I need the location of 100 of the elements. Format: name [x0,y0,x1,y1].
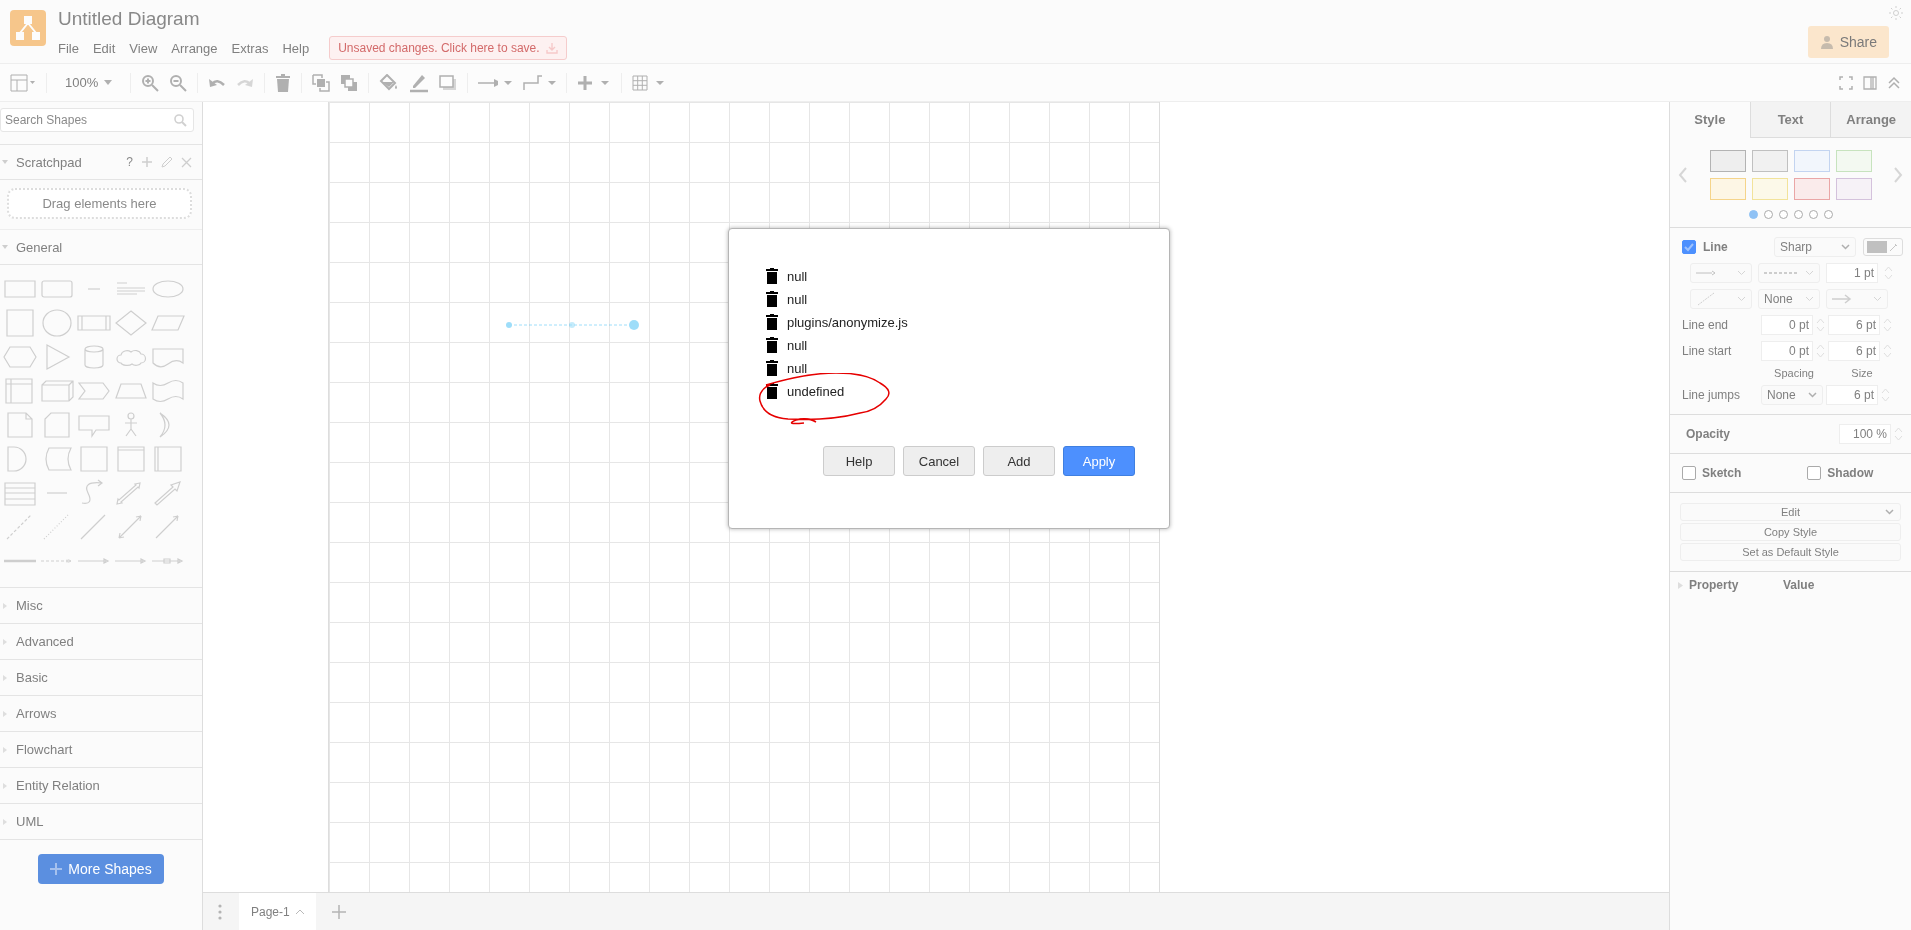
collapse-icon[interactable] [1887,75,1901,90]
share-button[interactable]: Share [1807,26,1889,58]
diagram-title[interactable]: Untitled Diagram [58,8,567,30]
help-link[interactable]: ? [126,155,133,169]
edit-dropdown[interactable]: Edit [1680,503,1901,521]
selected-connector[interactable] [505,318,641,332]
search-field[interactable]: Search Shapes [0,108,194,132]
line-color-button[interactable] [1863,238,1903,256]
style-swatch[interactable] [1751,150,1788,172]
section-header[interactable]: Advanced [0,624,202,660]
default-style-button[interactable]: Set as Default Style [1680,543,1901,561]
page-dot[interactable] [1793,210,1803,219]
menu-item[interactable]: Edit [92,40,116,56]
section-header[interactable]: Arrows [0,696,202,732]
connection-icon[interactable] [478,77,513,88]
delete-icon[interactable] [766,360,778,376]
theme-icon[interactable] [1889,6,1903,20]
copy-style-button[interactable]: Copy Style [1680,523,1901,541]
section-header[interactable]: Basic [0,660,202,696]
page-dot[interactable] [1763,210,1773,219]
menu-item[interactable]: Extras [231,40,269,56]
spacing-field[interactable]: 0 pt [1761,315,1813,335]
delete-icon[interactable] [766,337,778,353]
style-swatch[interactable] [1793,150,1830,172]
delete-icon[interactable] [766,383,778,399]
add-icon[interactable] [141,156,153,168]
menu-item[interactable]: Help [282,40,310,56]
add-page-icon[interactable] [331,904,346,919]
section-header[interactable]: General [0,230,202,265]
panel-toggle-icon[interactable] [1863,75,1877,90]
jump-size-field[interactable]: 6 pt [1826,385,1878,405]
menu-item[interactable]: Arrange [171,40,218,56]
spinner-icon[interactable] [1816,342,1825,360]
spinner-icon[interactable] [1883,316,1892,334]
page-tab[interactable]: Page-1 [239,893,316,930]
dialog-button[interactable]: Cancel [903,446,975,476]
line-color-icon[interactable] [409,72,430,93]
drop-area[interactable]: Drag elements here [7,188,192,219]
list-shape-icon[interactable] [2,479,38,507]
to-front-icon[interactable] [312,73,331,92]
dialog-button[interactable]: Help [823,446,895,476]
previous-icon[interactable] [1678,167,1688,183]
page-dot[interactable] [1823,210,1833,219]
checkbox[interactable] [1807,466,1822,480]
connector-style-dropdown[interactable] [1690,289,1752,309]
opacity-field[interactable]: 100 % [1839,424,1891,444]
panel-tab[interactable]: Text [1749,102,1831,138]
zoom-out-icon[interactable] [169,73,188,92]
page-dot[interactable] [1808,210,1818,219]
zoom-in-icon[interactable] [141,73,160,92]
dialog-button[interactable]: Apply [1063,446,1135,476]
style-swatch[interactable] [1709,178,1746,200]
diamond-shape-icon[interactable] [113,309,149,337]
style-swatch[interactable] [1835,150,1872,172]
zoom-dropdown[interactable]: 100% [57,75,121,90]
spinner-icon[interactable] [1816,316,1825,334]
style-swatch[interactable] [1793,178,1830,200]
circle-shape-icon[interactable] [39,309,75,337]
hexagon-shape-icon[interactable] [2,343,38,371]
menu-item[interactable]: File [58,40,79,56]
checkbox[interactable] [1682,240,1696,254]
section-header[interactable]: Scratchpad ? [0,145,202,180]
style-swatch[interactable] [1835,178,1872,200]
delete-icon[interactable] [766,268,778,284]
line-start-dropdown[interactable]: None [1758,289,1820,309]
format-panel-icon[interactable] [10,73,36,92]
spinner-icon[interactable] [1881,386,1890,404]
section-header[interactable]: Entity Relation [0,768,202,804]
section-header[interactable]: UML [0,804,202,840]
page-dot[interactable] [1778,210,1788,219]
delete-icon[interactable] [766,314,778,330]
line-width-field[interactable]: 1 pt [1826,263,1878,283]
waypoints-icon[interactable] [522,73,557,92]
section-header[interactable]: Flowchart [0,732,202,768]
fullscreen-icon[interactable] [1839,75,1853,90]
spinner-icon[interactable] [1883,342,1892,360]
line-end-dropdown[interactable] [1826,289,1888,309]
insert-icon[interactable] [577,74,612,91]
arrow-style-dropdown[interactable] [1690,263,1752,283]
expand-arrow-icon[interactable] [1678,581,1683,589]
page-dot[interactable] [1748,210,1758,219]
tape-shape-icon[interactable] [150,377,186,405]
checkbox[interactable] [1682,466,1696,480]
save-notice-button[interactable]: Unsaved changes. Click here to save. [329,36,567,60]
size-field[interactable]: 6 pt [1828,315,1880,335]
more-shapes-button[interactable]: More Shapes [38,854,164,884]
dialog-button[interactable]: Add [983,446,1055,476]
pages-menu-icon[interactable] [217,903,223,920]
routing-dropdown[interactable]: Sharp [1774,237,1856,257]
spacing-field[interactable]: 0 pt [1761,341,1813,361]
fill-color-icon[interactable] [379,73,400,92]
delete-icon[interactable] [766,291,778,307]
spinner-icon[interactable] [1884,264,1893,282]
shadow-icon[interactable] [439,74,458,91]
next-icon[interactable] [1893,167,1903,183]
to-back-icon[interactable] [340,73,359,92]
section-header[interactable]: Misc [0,588,202,624]
dash-style-dropdown[interactable] [1758,263,1820,283]
menu-item[interactable]: View [129,40,158,56]
size-field[interactable]: 6 pt [1828,341,1880,361]
